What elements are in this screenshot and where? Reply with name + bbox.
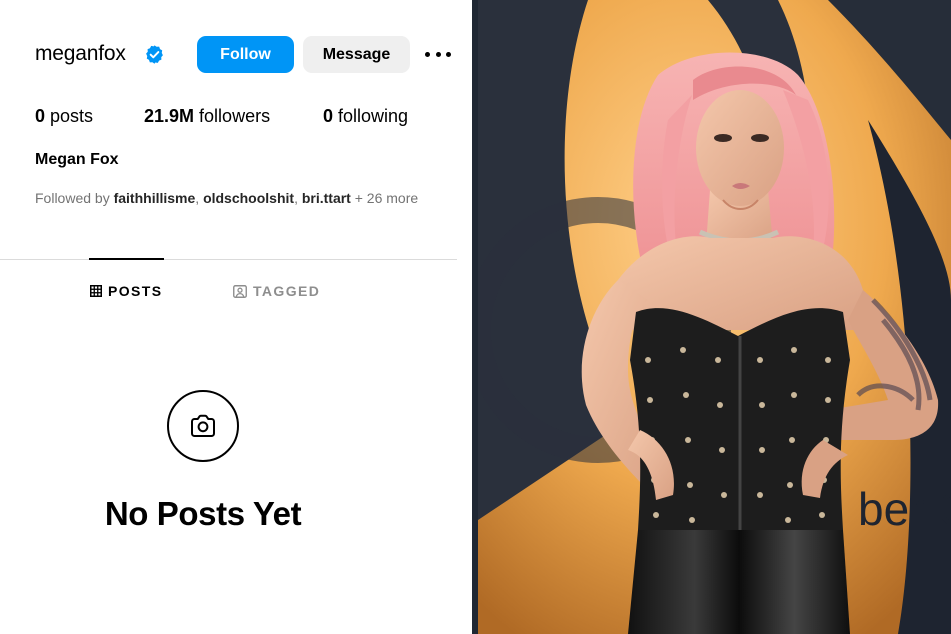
tagged-icon bbox=[233, 284, 247, 298]
followers-stat[interactable]: 21.9M followers bbox=[144, 106, 270, 127]
followed-by-prefix: Followed by bbox=[35, 190, 110, 206]
following-count: 0 bbox=[323, 106, 334, 126]
message-button[interactable]: Message bbox=[303, 36, 410, 73]
more-options-icon[interactable] bbox=[425, 52, 451, 58]
followed-by-user[interactable]: oldschoolshit bbox=[203, 190, 294, 206]
backdrop-text: ber C bbox=[858, 483, 951, 535]
verified-badge-icon bbox=[146, 45, 163, 64]
followed-by-text[interactable]: Followed by faithhillisme, oldschoolshit… bbox=[35, 190, 418, 206]
followers-count: 21.9M bbox=[144, 106, 195, 126]
profile-full-name: Megan Fox bbox=[35, 151, 119, 168]
profile-username: meganfox bbox=[35, 42, 126, 65]
followed-by-user[interactable]: faithhillisme bbox=[114, 190, 196, 206]
photo-panel: ber C bbox=[478, 0, 951, 634]
posts-label: posts bbox=[50, 106, 94, 126]
followers-label: followers bbox=[199, 106, 271, 126]
posts-count: 0 bbox=[35, 106, 46, 126]
grid-icon bbox=[90, 285, 102, 297]
tab-posts[interactable]: POSTS bbox=[90, 283, 162, 299]
follow-button[interactable]: Follow bbox=[197, 36, 294, 73]
followed-by-user[interactable]: bri.ttart bbox=[302, 190, 351, 206]
followed-by-more[interactable]: + 26 more bbox=[355, 190, 418, 206]
posts-count-stat: 0 posts bbox=[35, 106, 93, 127]
event-photo: ber C bbox=[478, 0, 951, 634]
tabs-divider bbox=[0, 259, 457, 260]
following-label: following bbox=[338, 106, 409, 126]
tab-posts-label: POSTS bbox=[108, 283, 163, 299]
camera-icon bbox=[191, 414, 215, 437]
tab-tagged-label: TAGGED bbox=[253, 283, 321, 299]
profile-panel: meganfox Follow Message 0 posts 21.9M fo… bbox=[0, 0, 472, 634]
active-tab-indicator bbox=[89, 258, 164, 260]
camera-icon-circle bbox=[167, 390, 239, 462]
empty-state-title: No Posts Yet bbox=[104, 495, 302, 532]
following-stat[interactable]: 0 following bbox=[323, 106, 408, 127]
tab-tagged[interactable]: TAGGED bbox=[233, 283, 320, 299]
